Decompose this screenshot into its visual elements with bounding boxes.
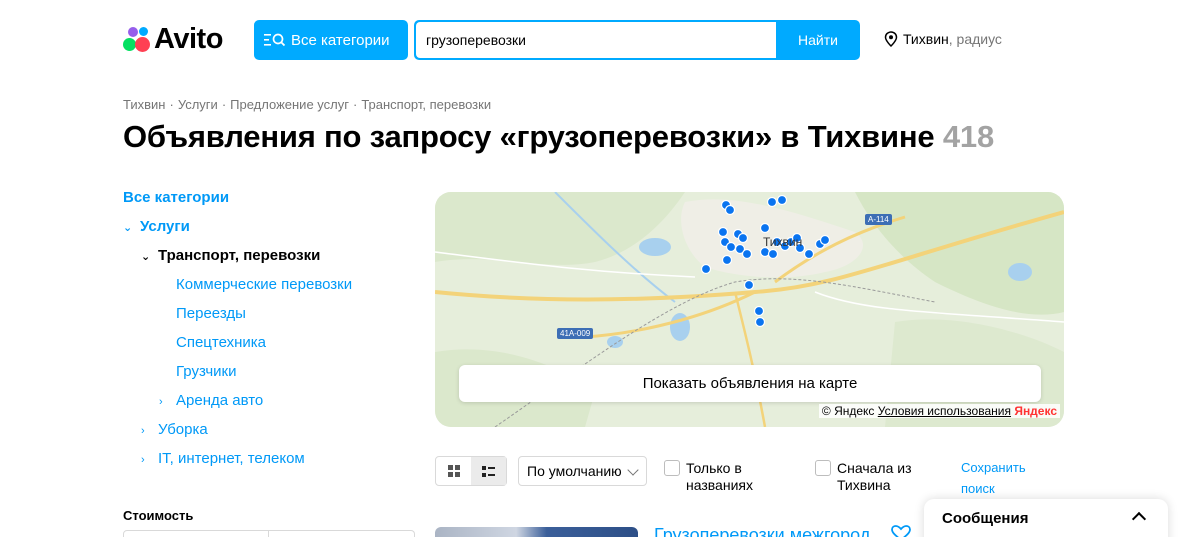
from-city-label: Сначала из Тихвина (837, 460, 912, 493)
checkbox-box[interactable] (815, 460, 831, 476)
location-selector[interactable]: Тихвин , радиус (884, 31, 1002, 47)
from-city-checkbox[interactable]: Сначала из Тихвина (815, 460, 917, 494)
messages-widget[interactable]: Сообщения (924, 499, 1168, 537)
sidebar-item-cleaning[interactable]: › Уборка (141, 421, 208, 438)
save-search-link[interactable]: Сохранить поиск (961, 457, 1041, 499)
location-radius: , радиус (948, 31, 1002, 47)
show-on-map-button[interactable]: Показать объявления на карте (459, 365, 1041, 402)
results-map[interactable]: Тихвин A-114 41A-009 Показать объявления… (435, 192, 1064, 427)
chevron-right-icon: › (141, 425, 145, 437)
price-filter-label: Стоимость (123, 508, 194, 523)
sidebar-item-label: IT, интернет, телеком (158, 450, 305, 467)
listing-title[interactable]: Грузоперевозки межгород (654, 525, 870, 537)
road-label-41a: 41A-009 (557, 328, 594, 339)
sidebar-all-categories[interactable]: Все категории (123, 189, 229, 206)
search-bar: Найти (414, 20, 860, 60)
page-title: Объявления по запросу «грузоперевозки» в… (123, 119, 994, 155)
chevron-up-icon[interactable] (1131, 511, 1147, 527)
map-terms-link[interactable]: Условия использования (878, 404, 1011, 418)
sidebar-item-label: Аренда авто (176, 392, 264, 409)
price-to-input[interactable] (269, 530, 415, 537)
map-town-label: Тихвин (763, 235, 802, 249)
road-label-a114: A-114 (865, 214, 892, 225)
search-input[interactable] (416, 22, 776, 58)
grid-icon (447, 465, 460, 477)
yandex-logo: Яндекс (1014, 404, 1057, 418)
location-city: Тихвин (903, 31, 949, 47)
sidebar-item-transport[interactable]: ⌄ Транспорт, перевозки (141, 247, 320, 264)
breadcrumb: Тихвин · Услуги · Предложение услуг · Транспор… (123, 97, 492, 112)
logo-dots-icon (122, 24, 152, 54)
breadcrumb-item[interactable]: Услуги (178, 97, 218, 112)
breadcrumb-item[interactable]: Транспорт, перевозки (361, 97, 491, 112)
breadcrumb-item[interactable]: Предложение услуг (230, 97, 349, 112)
checkbox-box[interactable] (664, 460, 680, 476)
sidebar-item-commercial[interactable]: Коммерческие перевозки (176, 276, 352, 293)
favorite-heart-icon[interactable] (891, 525, 911, 537)
avito-logo[interactable]: Avito (122, 22, 223, 55)
all-categories-label: Все категории (291, 31, 390, 49)
sidebar-item-label: Услуги (140, 218, 190, 235)
map-credit: © Яндекс Условия использования Яндекс (818, 404, 1060, 418)
sidebar-item-loaders[interactable]: Грузчики (176, 363, 236, 380)
only-titles-label: Только в названиях (686, 460, 753, 493)
results-count: 418 (942, 119, 994, 154)
sidebar-item-car-rental[interactable]: › Аренда авто (159, 392, 263, 409)
categories-search-icon (264, 33, 286, 47)
search-button[interactable]: Найти (776, 20, 860, 60)
sidebar-item-it[interactable]: › IT, интернет, телеком (141, 450, 305, 467)
chevron-right-icon: › (159, 396, 163, 408)
list-icon (482, 465, 495, 477)
location-pin-icon (884, 31, 898, 47)
grid-view-button[interactable] (436, 457, 471, 485)
list-view-button[interactable] (471, 457, 506, 485)
sort-select-value: По умолчанию (527, 463, 622, 479)
chevron-down-icon: ⌄ (141, 251, 151, 263)
chevron-right-icon: › (141, 454, 145, 466)
listing-image[interactable] (435, 527, 638, 537)
sidebar-item-services[interactable]: ⌄ Услуги (123, 218, 190, 235)
all-categories-button[interactable]: Все категории (254, 20, 408, 60)
view-toggle (435, 456, 507, 486)
only-titles-checkbox[interactable]: Только в названиях (664, 460, 776, 494)
page-title-text: Объявления по запросу «грузоперевозки» в… (123, 119, 935, 154)
breadcrumb-item[interactable]: Тихвин (123, 97, 165, 112)
sort-select[interactable]: По умолчанию (518, 456, 647, 486)
sidebar-item-label: Уборка (158, 421, 208, 438)
sidebar-item-moving[interactable]: Переезды (176, 305, 246, 322)
chevron-down-icon (627, 464, 639, 476)
sidebar-item-special-equipment[interactable]: Спецтехника (176, 334, 266, 351)
logo-text: Avito (154, 22, 223, 55)
price-from-input[interactable] (123, 530, 269, 537)
sidebar-item-label: Транспорт, перевозки (158, 247, 321, 264)
messages-title: Сообщения (942, 510, 1029, 527)
map-copyright: © Яндекс (821, 404, 875, 418)
chevron-down-icon: ⌄ (123, 222, 133, 234)
